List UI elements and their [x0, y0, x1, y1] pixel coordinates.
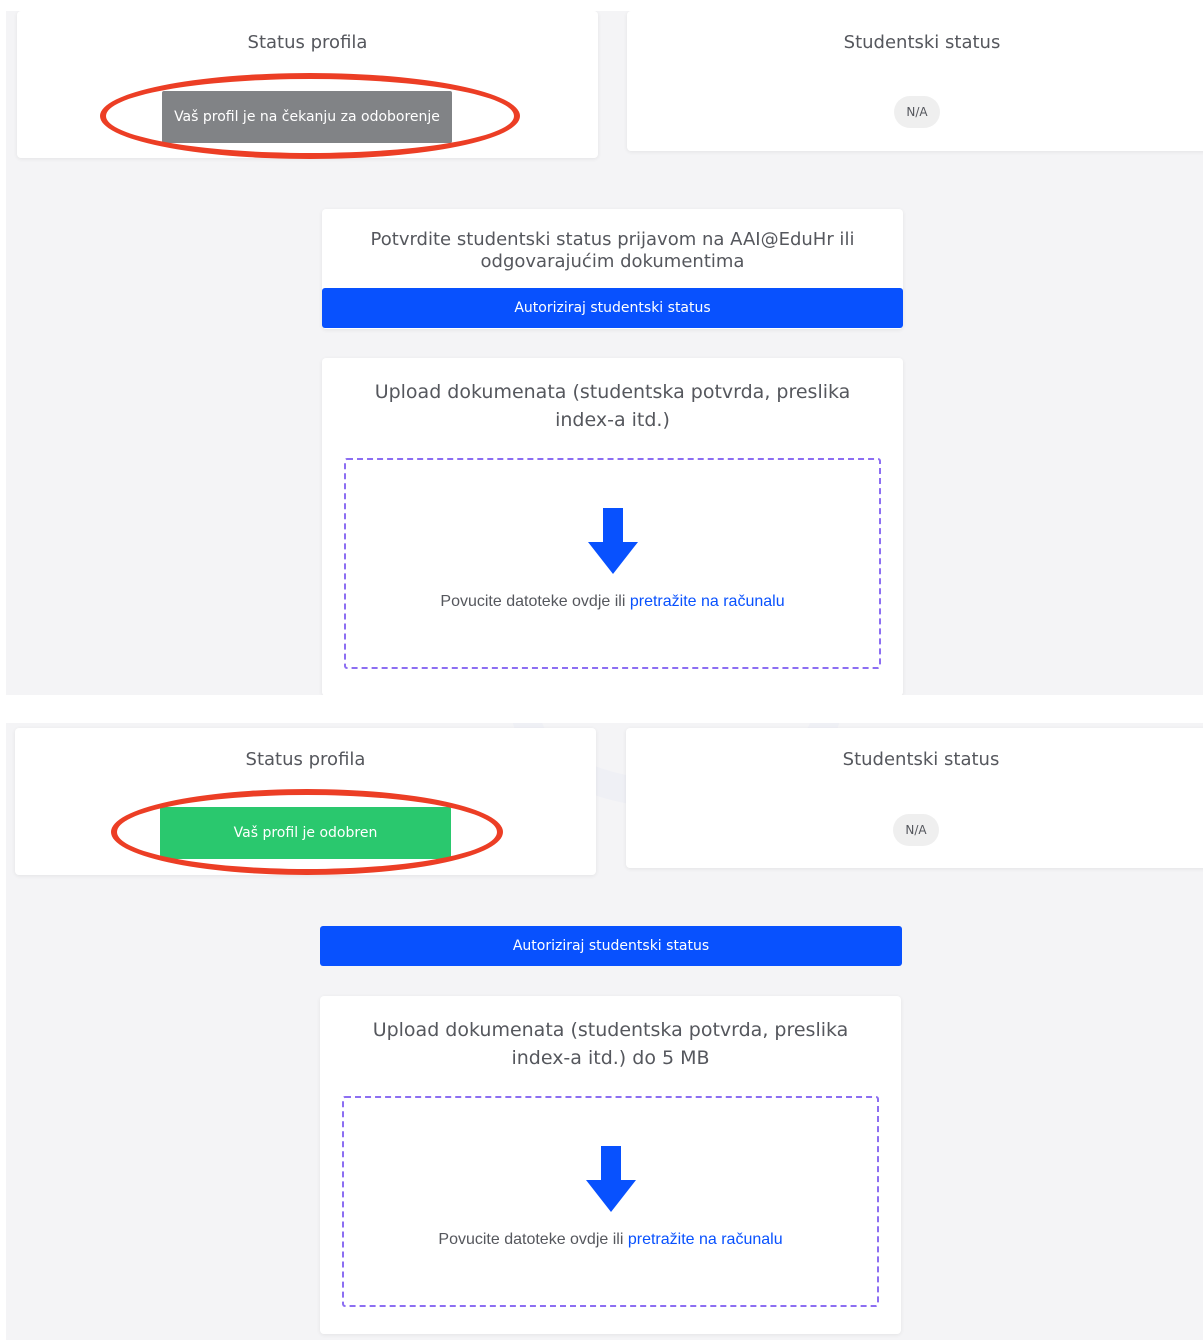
profile-approved-status-button[interactable]: Vaš profil je odobren: [160, 807, 451, 859]
upload-documents-title: Upload dokumenata (studentska potvrda, p…: [372, 1019, 849, 1069]
profile-status-card: Status profila Vaš profil je odobren: [15, 728, 596, 875]
dropzone-text: Povucite datoteke ovdje ili pretražite n…: [346, 593, 879, 611]
authorize-student-status-button[interactable]: Autoriziraj studentski status: [320, 926, 902, 966]
arrow-down-icon: [588, 508, 638, 574]
dropzone-instruction: Povucite datoteke ovdje ili: [440, 593, 626, 610]
student-status-title: Studentski status: [843, 32, 1001, 53]
student-status-badge: N/A: [894, 96, 940, 128]
browse-computer-link[interactable]: pretražite na računalu: [628, 1231, 783, 1248]
browse-computer-link[interactable]: pretražite na računalu: [630, 593, 785, 610]
file-dropzone[interactable]: Povucite datoteke ovdje ili pretražite n…: [344, 458, 881, 669]
screenshot-panel-approved: Status profila Vaš profil je odobren Stu…: [6, 723, 1203, 1340]
dropzone-text: Povucite datoteke ovdje ili pretražite n…: [344, 1231, 877, 1249]
upload-documents-card: Upload dokumenata (studentska potvrda, p…: [322, 358, 903, 695]
dropzone-instruction: Povucite datoteke ovdje ili: [438, 1231, 624, 1248]
profile-pending-status-button[interactable]: Vaš profil je na čekanju za odoborenje: [162, 91, 452, 143]
upload-documents-card: Upload dokumenata (studentska potvrda, p…: [320, 996, 901, 1334]
student-status-card: Studentski status N/A: [627, 11, 1203, 151]
arrow-down-icon: [586, 1146, 636, 1212]
profile-status-title: Status profila: [245, 749, 366, 770]
student-status-card: Studentski status N/A: [626, 728, 1203, 868]
authorize-student-status-button[interactable]: Autoriziraj studentski status: [322, 288, 903, 328]
confirm-status-title: Potvrdite studentski status prijavom na …: [370, 229, 855, 272]
profile-status-card: Status profila Vaš profil je na čekanju …: [17, 11, 598, 158]
screenshot-panel-pending: Status profila Vaš profil je na čekanju …: [6, 11, 1203, 695]
file-dropzone[interactable]: Povucite datoteke ovdje ili pretražite n…: [342, 1096, 879, 1307]
profile-status-title: Status profila: [247, 32, 368, 53]
student-status-badge: N/A: [893, 814, 939, 846]
upload-documents-title: Upload dokumenata (studentska potvrda, p…: [374, 381, 851, 431]
student-status-title: Studentski status: [842, 749, 1000, 770]
